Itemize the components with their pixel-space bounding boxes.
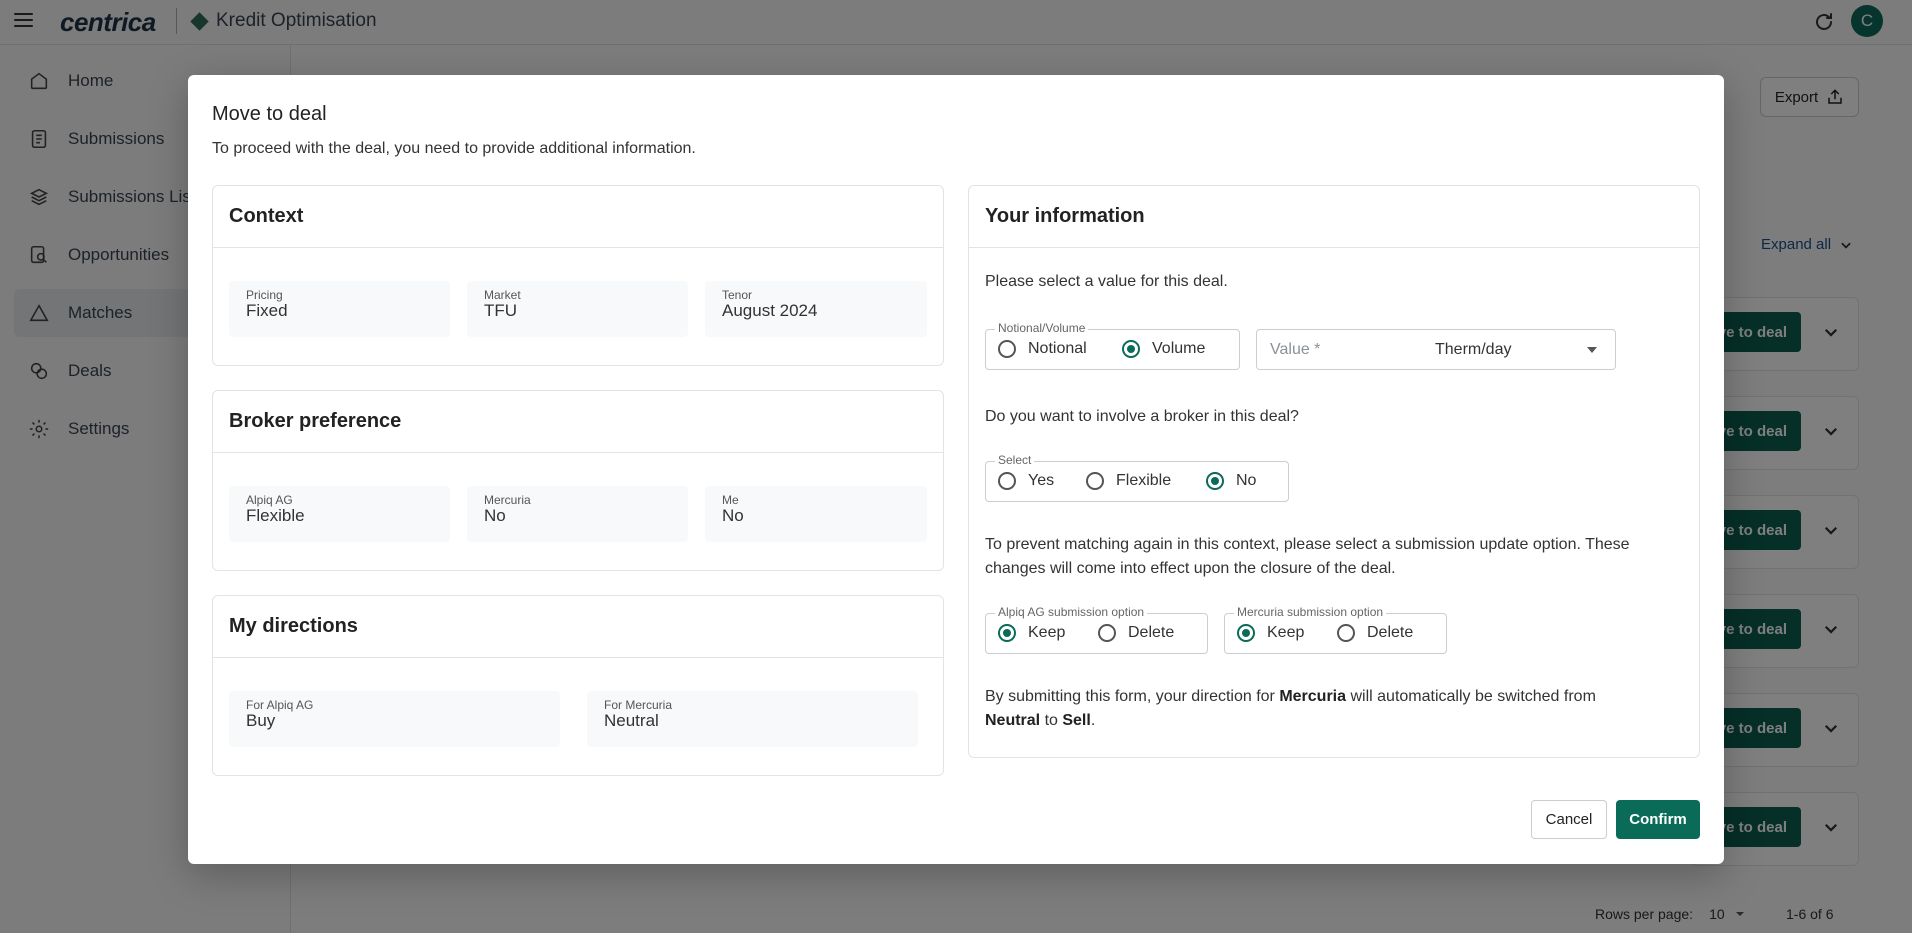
notional-volume-radio-group: Notional/Volume Notional Volume xyxy=(985,321,1240,370)
my-directions-panel: My directions For Alpiq AG Buy For Mercu… xyxy=(212,595,944,776)
alpiq-preference-field: Alpiq AG Flexible xyxy=(229,486,450,542)
radio-label: Keep xyxy=(1267,624,1305,641)
your-information-panel: Your information Please select a value f… xyxy=(968,185,1700,758)
radio-button[interactable] xyxy=(1237,624,1255,642)
panel-heading: Context xyxy=(213,186,943,248)
notice-to-direction: Sell xyxy=(1062,712,1091,729)
radio-alpiq-delete[interactable]: Delete xyxy=(1098,624,1174,642)
radio-label: Volume xyxy=(1152,340,1206,357)
radio-notional[interactable]: Notional xyxy=(998,340,1087,358)
notice-text: By submitting this form, your direction … xyxy=(985,688,1280,705)
broker-radio-group: Select Yes Flexible No xyxy=(985,453,1289,502)
radio-group-legend: Select xyxy=(995,453,1035,467)
radio-yes[interactable]: Yes xyxy=(998,472,1054,490)
direction-switch-notice: By submitting this form, your direction … xyxy=(985,685,1685,733)
context-panel: Context Pricing Fixed Market TFU Tenor A… xyxy=(212,185,944,366)
field-label: Market xyxy=(484,288,521,302)
panel-heading: My directions xyxy=(213,596,943,658)
cancel-button[interactable]: Cancel xyxy=(1531,800,1607,839)
radio-button[interactable] xyxy=(1206,472,1224,490)
radio-volume[interactable]: Volume xyxy=(1122,340,1205,358)
dialog-description: To proceed with the deal, you need to pr… xyxy=(212,140,696,157)
broker-prompt: Do you want to involve a broker in this … xyxy=(985,408,1299,425)
value-input[interactable]: Value * Therm/day xyxy=(1256,329,1616,370)
field-label: Pricing xyxy=(246,288,283,302)
field-value: Flexible xyxy=(246,506,305,525)
radio-button[interactable] xyxy=(1086,472,1104,490)
field-value: Neutral xyxy=(604,711,659,730)
pricing-field: Pricing Fixed xyxy=(229,281,450,337)
radio-group-legend: Alpiq AG submission option xyxy=(995,605,1148,619)
radio-button[interactable] xyxy=(998,472,1016,490)
radio-button[interactable] xyxy=(1122,340,1140,358)
notice-text: . xyxy=(1090,712,1096,729)
notice-text: will automatically be switched from xyxy=(1346,688,1596,705)
value-prompt: Please select a value for this deal. xyxy=(985,273,1228,290)
broker-preference-panel: Broker preference Alpiq AG Flexible Merc… xyxy=(212,390,944,571)
radio-button[interactable] xyxy=(1337,624,1355,642)
update-prompt: To prevent matching again in this contex… xyxy=(985,536,1630,577)
direction-alpiq-field: For Alpiq AG Buy xyxy=(229,691,560,747)
radio-group-legend: Notional/Volume xyxy=(995,321,1089,335)
alpiq-submission-radio-group: Alpiq AG submission option Keep Delete xyxy=(985,605,1208,654)
value-placeholder: Value * xyxy=(1270,341,1321,358)
radio-label: Keep xyxy=(1028,624,1066,641)
field-value: Fixed xyxy=(246,301,288,320)
tenor-field: Tenor August 2024 xyxy=(705,281,927,337)
mercuria-submission-radio-group: Mercuria submission option Keep Delete xyxy=(1224,605,1447,654)
radio-mercuria-delete[interactable]: Delete xyxy=(1337,624,1413,642)
radio-label: No xyxy=(1236,472,1257,489)
field-label: Alpiq AG xyxy=(246,493,293,507)
radio-button[interactable] xyxy=(1098,624,1116,642)
radio-mercuria-keep[interactable]: Keep xyxy=(1237,624,1304,642)
field-label: For Mercuria xyxy=(604,698,673,712)
market-field: Market TFU xyxy=(467,281,688,337)
radio-label: Flexible xyxy=(1116,472,1172,489)
field-label: Mercuria xyxy=(484,493,531,507)
radio-button[interactable] xyxy=(998,340,1016,358)
move-to-deal-dialog: Move to deal To proceed with the deal, y… xyxy=(188,75,1724,864)
confirm-button[interactable]: Confirm xyxy=(1616,800,1700,839)
radio-alpiq-keep[interactable]: Keep xyxy=(998,624,1065,642)
notice-text: to xyxy=(1040,712,1063,729)
field-label: Me xyxy=(722,493,739,507)
unit-select[interactable]: Therm/day xyxy=(1435,341,1511,359)
field-value: No xyxy=(722,506,744,525)
field-value: TFU xyxy=(484,301,518,320)
field-label: For Alpiq AG xyxy=(246,698,314,712)
radio-label: Yes xyxy=(1028,472,1055,489)
radio-flexible[interactable]: Flexible xyxy=(1086,472,1171,490)
radio-label: Delete xyxy=(1128,624,1175,641)
direction-mercuria-field: For Mercuria Neutral xyxy=(587,691,918,747)
field-value: Buy xyxy=(246,711,276,730)
notice-from-direction: Neutral xyxy=(985,712,1041,729)
me-preference-field: Me No xyxy=(705,486,927,542)
radio-button[interactable] xyxy=(998,624,1016,642)
radio-no[interactable]: No xyxy=(1206,472,1256,490)
notice-counterparty: Mercuria xyxy=(1279,688,1347,705)
field-label: Tenor xyxy=(722,288,753,302)
panel-heading: Broker preference xyxy=(213,391,943,453)
field-value: August 2024 xyxy=(722,301,818,320)
radio-group-legend: Mercuria submission option xyxy=(1234,605,1387,619)
radio-label: Notional xyxy=(1028,340,1087,357)
mercuria-preference-field: Mercuria No xyxy=(467,486,688,542)
caret-down-icon[interactable] xyxy=(1587,347,1597,353)
radio-label: Delete xyxy=(1367,624,1414,641)
dialog-title: Move to deal xyxy=(212,103,327,125)
panel-heading: Your information xyxy=(969,186,1699,248)
field-value: No xyxy=(484,506,506,525)
